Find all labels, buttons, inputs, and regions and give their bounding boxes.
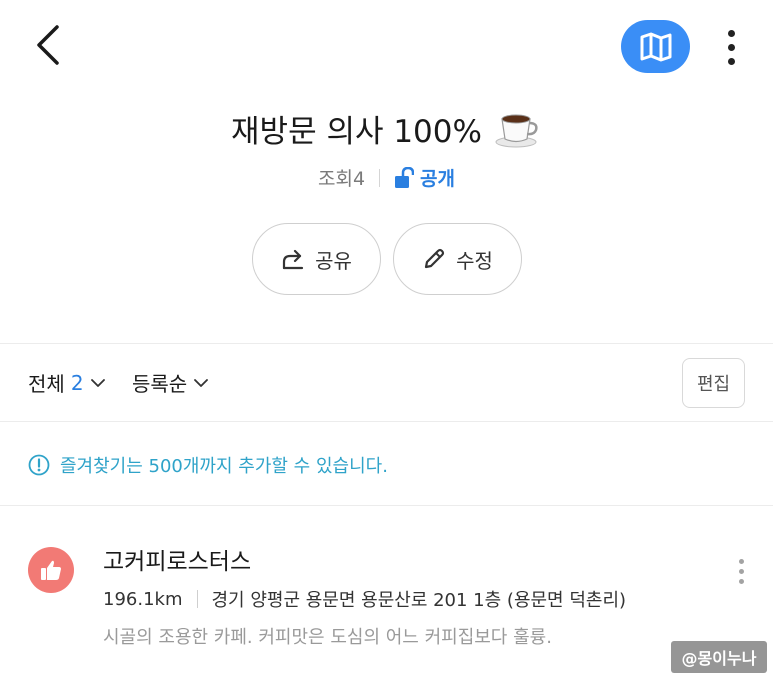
edit-favorites-button[interactable]: 편집 xyxy=(682,358,745,408)
place-address: 경기 양평군 용문면 용문산로 201 1층 (용문면 덕촌리) xyxy=(211,590,627,611)
place-distance: 196.1km xyxy=(103,588,183,610)
place-more-button[interactable] xyxy=(728,554,754,588)
coffee-cup-icon xyxy=(494,109,542,149)
visibility-label: 공개 xyxy=(420,168,456,190)
filter-all-label: 전체 xyxy=(28,372,65,396)
chevron-left-icon xyxy=(37,25,59,65)
filter-count: 2 xyxy=(70,370,84,395)
section-divider xyxy=(0,505,773,506)
meta-divider xyxy=(379,168,381,187)
view-count: 조회4 xyxy=(317,168,366,190)
map-icon xyxy=(640,32,671,61)
sort-label: 등록순 xyxy=(132,372,188,396)
back-button[interactable] xyxy=(28,22,68,68)
more-vertical-icon xyxy=(727,29,735,37)
info-icon xyxy=(28,454,50,476)
more-vertical-icon xyxy=(738,558,744,564)
filter-bar: 전체 2 등록순 편집 xyxy=(0,344,773,422)
category-filter-dropdown[interactable]: 전체 2 xyxy=(28,368,106,397)
top-bar xyxy=(0,0,773,90)
list-item[interactable]: 고커피로스터스 196.1km 경기 양평군 용문면 용문산로 201 1층 (… xyxy=(0,526,773,666)
list-title-row: 재방문 의사 100% xyxy=(0,106,773,151)
more-options-button[interactable] xyxy=(716,24,746,70)
share-label: 공유 xyxy=(315,248,352,273)
place-info: 196.1km 경기 양평군 용문면 용문산로 201 1층 (용문면 덕촌리) xyxy=(103,586,626,612)
place-memo: 시골의 조용한 카페. 커피맛은 도심의 어느 커피집보다 훌륭. xyxy=(103,627,552,648)
favorites-limit-notice: 즐겨찾기는 500개까지 추가할 수 있습니다. xyxy=(28,452,388,478)
share-icon xyxy=(282,249,304,270)
edit-list-button[interactable]: 수정 xyxy=(393,223,522,295)
watermark: @몽이누나 xyxy=(671,641,767,673)
action-buttons: 공유 수정 xyxy=(252,223,522,295)
share-button[interactable]: 공유 xyxy=(252,223,381,295)
chevron-down-icon xyxy=(90,378,105,387)
list-title: 재방문 의사 100% xyxy=(231,114,482,150)
sort-dropdown[interactable]: 등록순 xyxy=(132,368,209,397)
unlock-icon xyxy=(395,166,415,188)
place-name[interactable]: 고커피로스터스 xyxy=(103,542,251,576)
visibility-toggle[interactable]: 공개 xyxy=(394,164,455,191)
place-badge xyxy=(28,547,74,593)
info-divider xyxy=(196,590,198,608)
list-meta: 조회4 공개 xyxy=(0,164,773,191)
pencil-icon xyxy=(424,248,445,269)
section-divider xyxy=(0,421,773,422)
chevron-down-icon xyxy=(194,378,209,387)
map-button[interactable] xyxy=(621,20,690,73)
thumbs-up-icon xyxy=(41,560,61,580)
notice-text: 즐겨찾기는 500개까지 추가할 수 있습니다. xyxy=(60,456,388,477)
edit-label: 수정 xyxy=(456,248,493,273)
